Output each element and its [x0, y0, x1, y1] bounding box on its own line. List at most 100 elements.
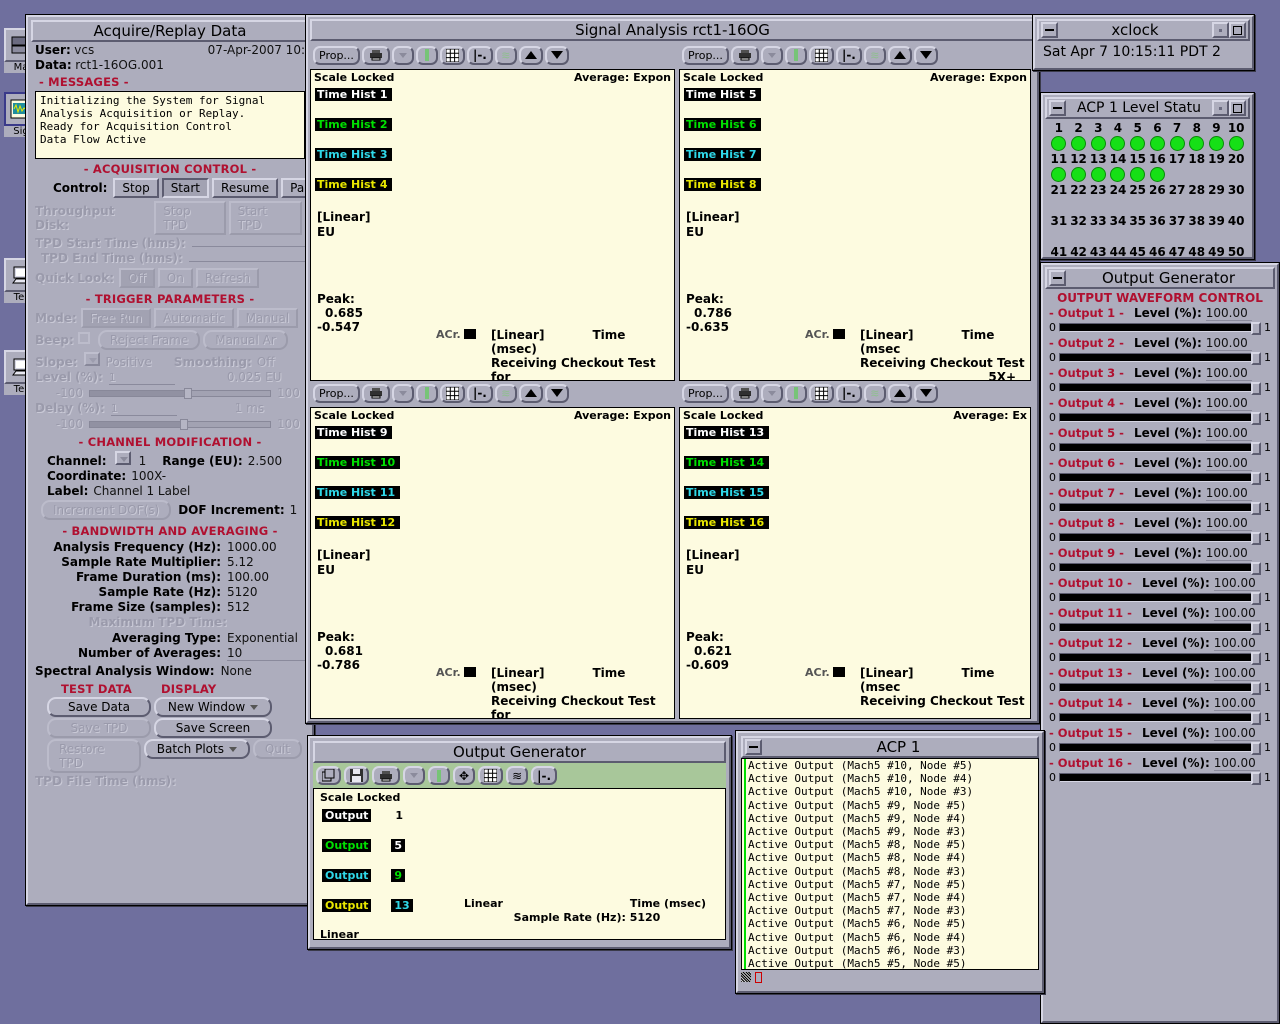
output-generator-plot-titlebar[interactable]: Output Generator	[313, 741, 726, 763]
maximize-button[interactable]	[1229, 22, 1246, 38]
level-value-field[interactable]: 100.00	[1213, 696, 1260, 711]
wave-icon[interactable]: ≋	[506, 766, 529, 785]
control-start-button[interactable]: Start	[161, 178, 210, 198]
quick-look-refresh-button[interactable]: Refresh	[195, 268, 260, 288]
level-slider[interactable]: 01	[1045, 651, 1275, 666]
print-icon[interactable]	[372, 766, 400, 785]
trace-legend-1[interactable]: Time Hist 9	[315, 426, 393, 439]
down-arrow-icon[interactable]	[913, 383, 938, 403]
level-slider[interactable]: 01	[1045, 471, 1275, 486]
save-screen-button[interactable]: Save Screen	[154, 718, 272, 738]
grid-icon[interactable]	[439, 383, 465, 403]
level-slider[interactable]: 01	[1045, 501, 1275, 516]
grid-icon[interactable]	[808, 383, 834, 403]
print-menu-icon[interactable]	[391, 383, 414, 403]
acquire-titlebar[interactable]: Acquire/Replay Data	[31, 20, 309, 42]
up-arrow-icon[interactable]	[887, 383, 912, 403]
acp-level-titlebar[interactable]: ACP 1 Level Statu	[1045, 97, 1250, 119]
menu-button[interactable]	[1212, 22, 1229, 38]
slider-track[interactable]	[1059, 442, 1261, 455]
mode-manual-button[interactable]: Manual	[236, 308, 299, 328]
control-stop-button[interactable]: Stop	[113, 178, 159, 198]
level-slider[interactable]: 01	[1045, 771, 1275, 786]
level-slider[interactable]	[89, 388, 271, 399]
acp1-titlebar[interactable]: ACP 1	[741, 736, 1039, 758]
level-value-field[interactable]: 100.00	[1205, 426, 1252, 441]
trace-legend-3[interactable]: Time Hist 11	[315, 486, 401, 499]
slider-track[interactable]	[1059, 382, 1261, 395]
down-arrow-icon[interactable]	[544, 383, 569, 403]
slider-track[interactable]	[1059, 652, 1261, 665]
slider-thumb[interactable]	[1251, 712, 1261, 725]
level-value-field[interactable]: 100.00	[1205, 336, 1252, 351]
channel-option-menu[interactable]	[114, 451, 131, 465]
slider-thumb[interactable]	[1251, 322, 1261, 335]
quick-look-off-button[interactable]: Off	[119, 268, 155, 288]
slider-track[interactable]	[1059, 682, 1261, 695]
trace-legend-4[interactable]: Time Hist 4	[315, 178, 393, 191]
slider-thumb[interactable]	[1251, 352, 1261, 365]
menu-button[interactable]	[1212, 100, 1229, 116]
tpd-end-time-field[interactable]	[188, 261, 305, 262]
slider-track[interactable]	[1059, 412, 1261, 425]
grid-icon[interactable]	[478, 766, 504, 785]
trace-legend-3[interactable]: Output	[322, 868, 372, 882]
prop-button[interactable]: Prop...	[313, 383, 360, 403]
level-value-field[interactable]: 100.00	[1205, 546, 1252, 561]
down-arrow-icon[interactable]	[544, 45, 569, 65]
print-menu-icon[interactable]	[760, 45, 783, 65]
trace-legend-3[interactable]: Time Hist 7	[684, 148, 762, 161]
link-icon[interactable]: ≋	[863, 45, 886, 65]
quit-button[interactable]: Quit	[252, 739, 302, 759]
prop-button[interactable]: Prop...	[313, 45, 360, 65]
number-of-averages-field[interactable]: 10	[227, 646, 305, 661]
cursor-icon[interactable]	[428, 766, 450, 785]
trace-legend-3[interactable]: Time Hist 3	[315, 148, 393, 161]
trace-legend-2[interactable]: Time Hist 14	[684, 456, 770, 469]
field-value[interactable]: 5.12	[227, 555, 305, 569]
cursor-icon[interactable]	[784, 383, 807, 403]
trace-legend-2[interactable]: Time Hist 2	[315, 118, 393, 131]
level-value-field[interactable]: 100.00	[1213, 666, 1260, 681]
control-resume-button[interactable]: Resume	[212, 178, 279, 198]
trace-legend-2[interactable]: Time Hist 10	[315, 456, 401, 469]
xclock-titlebar[interactable]: xclock	[1037, 19, 1250, 41]
level-value-field[interactable]: 100.00	[1205, 396, 1252, 411]
trace-legend-1[interactable]: Output	[322, 808, 372, 822]
level-slider[interactable]: 01	[1045, 561, 1275, 576]
print-menu-icon[interactable]	[391, 45, 414, 65]
slider-track[interactable]	[1059, 742, 1261, 755]
slider-track[interactable]	[1059, 592, 1261, 605]
slider-thumb[interactable]	[1251, 562, 1261, 575]
restore-tpd-button[interactable]: Restore TPD	[47, 739, 141, 773]
prop-button[interactable]: Prop...	[682, 383, 729, 403]
link-icon[interactable]: ≋	[494, 45, 517, 65]
slider-track[interactable]	[1059, 502, 1261, 515]
output-generator-titlebar[interactable]: Output Generator	[1045, 267, 1275, 289]
field-value[interactable]: 100.00	[227, 570, 305, 584]
slider-track[interactable]	[1059, 472, 1261, 485]
level-slider[interactable]: 01	[1045, 681, 1275, 696]
level-slider[interactable]: 01	[1045, 381, 1275, 396]
trace-legend-4[interactable]: Time Hist 16	[684, 516, 770, 529]
grid-icon[interactable]	[808, 45, 834, 65]
level-slider[interactable]: 01	[1045, 411, 1275, 426]
field-value[interactable]: 1000.00	[227, 540, 305, 554]
manual-arm-button[interactable]: Manual Ar	[203, 330, 288, 350]
minimize-button[interactable]	[1049, 100, 1066, 116]
slider-thumb[interactable]	[1251, 742, 1261, 755]
slider-thumb[interactable]	[1251, 772, 1261, 785]
quick-look-on-button[interactable]: On	[157, 268, 193, 288]
slider-track[interactable]	[1059, 322, 1261, 335]
level-value-field[interactable]: 100.00	[1213, 756, 1260, 771]
up-arrow-icon[interactable]	[887, 45, 912, 65]
slider-track[interactable]	[1059, 712, 1261, 725]
minimize-button[interactable]	[1049, 270, 1066, 286]
copy-icon[interactable]	[316, 766, 341, 785]
level-slider[interactable]: 01	[1045, 711, 1275, 726]
batch-plots-button[interactable]: Batch Plots	[143, 739, 250, 759]
grid-icon[interactable]	[439, 45, 465, 65]
new-window-button[interactable]: New Window	[154, 697, 272, 717]
save-tpd-button[interactable]: Save TPD	[47, 718, 151, 738]
mode-free-run-button[interactable]: Free Run	[80, 308, 152, 328]
